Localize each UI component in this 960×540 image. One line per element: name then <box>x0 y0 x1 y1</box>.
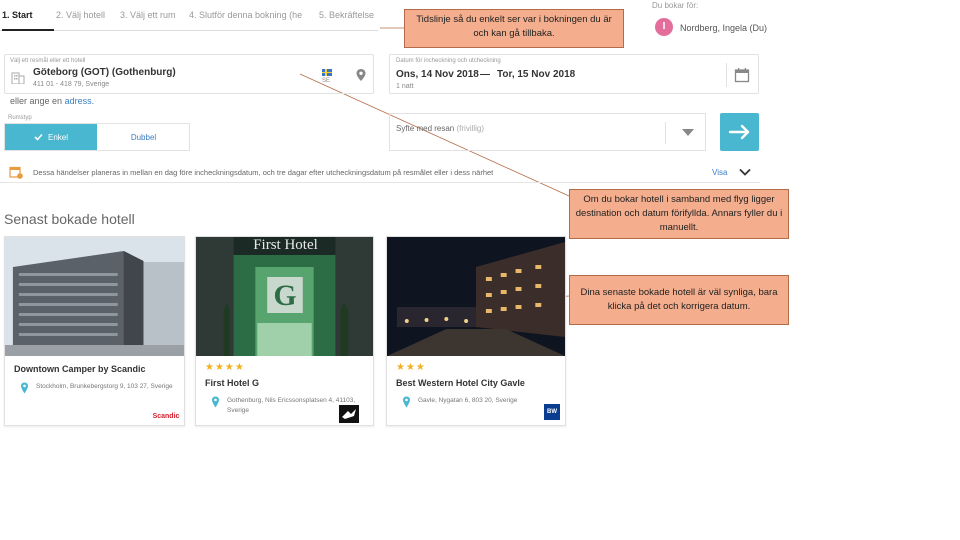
arrow-right-icon <box>728 124 749 140</box>
svg-text:Scandic: Scandic <box>153 413 180 420</box>
calendar-event-icon <box>9 166 23 179</box>
trip-purpose-optional: (frivillig) <box>456 124 485 133</box>
address-hint: eller ange en adress. <box>10 96 94 106</box>
traveler-name[interactable]: Nordberg, Ingela (Du) <box>680 23 767 33</box>
hotel-photo: G <box>196 237 373 356</box>
events-info-text: Dessa händelser planeras in mellan en da… <box>33 168 494 177</box>
step-start[interactable]: 1. Start <box>2 10 33 20</box>
map-pin-icon[interactable] <box>354 68 368 82</box>
select-divider <box>665 122 666 144</box>
steps-line <box>0 30 378 31</box>
room-type-toggle: Enkel Dubbel <box>4 123 190 151</box>
search-button[interactable] <box>720 113 759 151</box>
room-double-label: Dubbel <box>130 132 157 142</box>
callout-flight: Om du bokar hotell i samband med flyg li… <box>569 189 789 239</box>
dates-field[interactable]: Datum för incheckning och utcheckning On… <box>389 54 759 94</box>
country-code: SE <box>322 78 331 84</box>
location-pin-icon <box>403 396 410 408</box>
active-step-indicator <box>2 29 54 31</box>
avatar[interactable]: I <box>655 18 673 36</box>
hotel-address: Gavle, Nygatan 6, 803 20, Sverige <box>418 397 518 404</box>
step-confirmation[interactable]: 5. Bekräftelse <box>319 10 374 20</box>
caret-down-icon <box>682 129 694 136</box>
svg-text:G: G <box>273 279 296 312</box>
destination-label: Välj ett resmål eller ett hotell <box>10 58 86 64</box>
destination-field[interactable]: Välj ett resmål eller ett hotell Götebor… <box>4 54 374 94</box>
chevron-down-icon[interactable] <box>738 165 752 179</box>
hotel-sign: First Hotel <box>253 237 318 253</box>
address-link[interactable]: adress. <box>65 96 95 106</box>
booking-steps: 1. Start 2. Välj hotell 3. Välj ett rum … <box>0 10 380 32</box>
step-complete-booking[interactable]: 4. Slutför denna bokning (he <box>189 10 302 20</box>
destination-address: 411 01 - 418 79, Sverige <box>33 81 110 88</box>
hotel-name: First Hotel G <box>205 378 260 388</box>
step-choose-room[interactable]: 3. Välj ett rum <box>120 10 176 20</box>
hotel-address: Gothenburg, Nils Ericssonsplatsen 4, 411… <box>227 397 356 414</box>
scandic-logo: Scandic <box>151 408 181 422</box>
callout-recent: Dina senaste bokade hotell är väl synlig… <box>569 275 789 325</box>
step-choose-hotel[interactable]: 2. Välj hotell <box>56 10 105 20</box>
room-type-label: Rumstyp <box>8 115 32 121</box>
nights-count: 1 natt <box>396 83 414 90</box>
show-events-link[interactable]: Visa <box>712 168 727 177</box>
room-single-label: Enkel <box>47 132 68 142</box>
svg-text:BW: BW <box>547 409 557 415</box>
recent-hotels-title: Senast bokade hotell <box>4 211 135 227</box>
date-separator: — <box>480 69 490 80</box>
divider <box>0 182 760 183</box>
location-pin-icon <box>212 396 219 408</box>
trip-purpose-select[interactable]: Syfte med resan (frivillig) <box>389 113 706 151</box>
sweden-flag-icon <box>322 69 332 76</box>
address-hint-text: eller ange en <box>10 96 63 106</box>
calendar-icon[interactable] <box>734 67 750 83</box>
hotel-address: Stockholm, Brunkebergstorg 9, 103 27, Sv… <box>36 383 173 390</box>
hotel-card-best-western[interactable]: BW ★★★ Best Western Hotel City Gavle Gav… <box>386 236 566 426</box>
calendar-divider <box>726 63 727 87</box>
checkmark-icon <box>34 133 43 141</box>
star-rating: ★★★★ <box>205 362 245 373</box>
hotel-building-icon <box>11 72 25 84</box>
hotel-photo <box>387 237 565 356</box>
room-double-button[interactable]: Dubbel <box>98 124 189 150</box>
callout-timeline: Tidslinje så du enkelt ser var i bokning… <box>404 9 624 48</box>
hotel-name: Best Western Hotel City Gavle <box>396 378 525 388</box>
dates-label: Datum för incheckning och utcheckning <box>396 58 501 64</box>
trip-purpose-text: Syfte med resan <box>396 124 455 133</box>
hotel-card-downtown-camper[interactable]: Scandic Downtown Camper by Scandic Stock… <box>4 236 185 426</box>
checkin-date: Ons, 14 Nov 2018 <box>396 69 479 80</box>
hotel-name: Downtown Camper by Scandic <box>14 364 146 374</box>
booking-for-label: Du bokar för: <box>652 1 699 10</box>
destination-name: Göteborg (GOT) (Gothenburg) <box>33 67 176 78</box>
trip-purpose-placeholder: Syfte med resan (frivillig) <box>396 124 484 133</box>
hotel-card-first-hotel-g[interactable]: G First Hotel ★★★★ First Hotel G Gothenb… <box>195 236 374 426</box>
location-pin-icon <box>21 382 28 394</box>
star-rating: ★★★ <box>396 362 426 373</box>
checkout-date: Tor, 15 Nov 2018 <box>497 69 576 80</box>
room-single-button[interactable]: Enkel <box>5 124 97 150</box>
hotel-photo <box>5 237 184 356</box>
